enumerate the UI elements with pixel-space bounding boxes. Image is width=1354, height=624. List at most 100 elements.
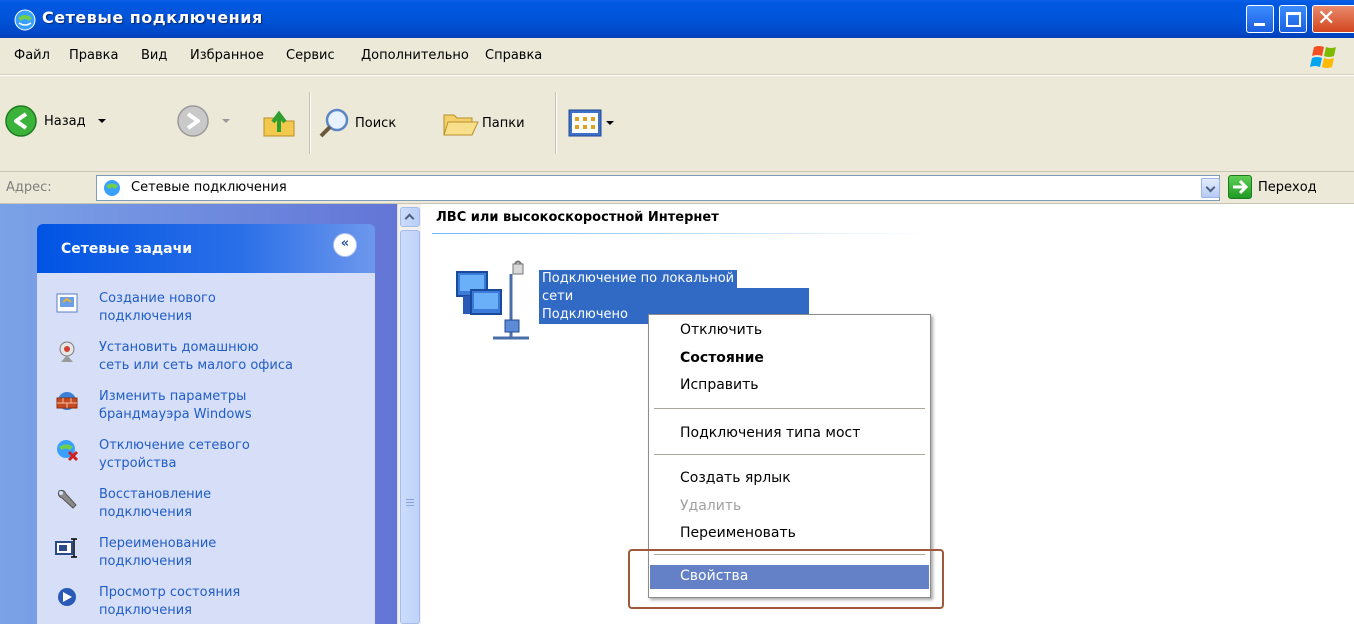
firewall-icon (56, 392, 78, 410)
views-button[interactable] (568, 109, 614, 137)
menu-item-label: Подключения типа мост (680, 425, 861, 441)
disable-device-icon (57, 440, 79, 462)
views-icon (568, 109, 602, 137)
menu-item-label: Исправить (680, 377, 759, 393)
menu-help[interactable]: Справка (485, 48, 542, 63)
address-dropdown-button[interactable] (1201, 178, 1220, 198)
menu-item-bridge[interactable]: Подключения типа мост (650, 422, 929, 446)
menu-item-rename[interactable]: Переименовать (650, 522, 929, 546)
toolbar: Назад Поиск Папки (0, 76, 1354, 172)
connection-name[interactable]: Подключение по локальной (539, 270, 738, 288)
task-label: подключения (99, 505, 192, 520)
menu-separator (654, 454, 925, 456)
repair-icon (57, 489, 77, 509)
menu-item-disconnect[interactable]: Отключить (650, 319, 929, 343)
forward-arrow-icon (177, 105, 209, 137)
menu-item-create-shortcut[interactable]: Создать ярлык (650, 467, 929, 491)
task-label: устройства (99, 456, 177, 471)
menu-edit[interactable]: Правка (69, 48, 118, 63)
forward-dropdown-icon (222, 119, 230, 123)
windows-logo-icon (1310, 46, 1336, 68)
minimize-icon (1254, 23, 1265, 26)
scroll-up-button[interactable] (400, 207, 420, 227)
scroll-grip (406, 499, 414, 500)
title-bar[interactable]: Сетевые подключения ✕ (0, 0, 1354, 38)
menu-item-repair[interactable]: Исправить (650, 374, 929, 398)
task-pane-scrollbar[interactable] (397, 204, 421, 624)
back-label: Назад (44, 113, 86, 129)
search-button[interactable]: Поиск (318, 107, 396, 139)
task-label: Создание нового (99, 291, 216, 306)
status-icon (58, 588, 76, 606)
collapse-chevron-icon[interactable]: « (333, 233, 357, 257)
scroll-grip (406, 505, 414, 506)
address-bar: Адрес: Сетевые подключения Переход (0, 172, 1354, 204)
close-button[interactable]: ✕ (1312, 5, 1354, 33)
up-folder-icon[interactable] (262, 108, 296, 138)
menu-item-delete: Удалить (650, 495, 929, 519)
group-header: ЛВС или высокоскоростной Интернет (436, 210, 719, 225)
network-tasks-title: Сетевые задачи (61, 241, 193, 257)
minimize-button[interactable] (1246, 5, 1274, 33)
back-dropdown-icon[interactable] (97, 119, 106, 123)
menu-advanced[interactable]: Дополнительно (361, 48, 469, 63)
folders-button[interactable]: Папки (442, 107, 525, 139)
menu-tools[interactable]: Сервис (286, 48, 335, 63)
menu-separator (654, 554, 925, 556)
task-label: Переименование (99, 536, 217, 551)
address-label: Адрес: (6, 180, 52, 195)
menu-item-label: Переименовать (680, 525, 796, 541)
folders-icon (443, 114, 479, 136)
menu-file[interactable]: Файл (14, 48, 50, 63)
task-label: брандмауэра Windows (99, 407, 252, 422)
task-label: подключения (99, 554, 192, 569)
search-label: Поиск (355, 115, 397, 131)
task-label: Просмотр состояния (99, 585, 241, 600)
lan-connection-icon[interactable] (449, 260, 539, 350)
home-network-icon (59, 341, 75, 362)
connection-name-line1: Подключение по локальной (542, 271, 735, 286)
go-button[interactable]: Переход (1228, 175, 1317, 199)
task-label: подключения (99, 309, 192, 324)
task-label: Изменить параметры (99, 389, 247, 404)
views-dropdown-icon[interactable] (606, 121, 614, 125)
toolbar-separator (555, 92, 556, 154)
menu-item-label: Отключить (680, 322, 763, 338)
address-input[interactable]: Сетевые подключения (96, 175, 1220, 201)
task-label: сеть или сеть малого офиса (99, 358, 293, 373)
back-button[interactable]: Назад (4, 104, 106, 138)
maximize-button[interactable] (1279, 5, 1307, 33)
menu-favorites[interactable]: Избранное (190, 48, 264, 63)
folders-label: Папки (482, 115, 525, 131)
task-label: Отключение сетевого (99, 438, 250, 453)
task-pane: Сетевые задачи « Создание нового подключ… (0, 204, 397, 624)
search-icon (319, 108, 349, 138)
menu-item-label: Состояние (680, 350, 764, 366)
window-title: Сетевые подключения (42, 8, 263, 27)
task-label: Установить домашнюю (99, 340, 259, 355)
menu-view[interactable]: Вид (141, 48, 167, 63)
menu-item-properties[interactable]: Свойства (650, 565, 929, 589)
group-header-divider (432, 233, 928, 234)
scroll-grip (406, 502, 414, 503)
maximize-icon (1286, 12, 1301, 27)
connection-status-text: Подключено (542, 307, 628, 322)
rename-icon (55, 538, 77, 558)
network-tasks-header[interactable]: Сетевые задачи « (37, 224, 375, 273)
chevron-down-icon (1205, 182, 1216, 193)
back-arrow-icon (5, 105, 37, 137)
go-label: Переход (1258, 179, 1317, 195)
task-label: подключения (99, 603, 192, 618)
menu-item-label: Удалить (680, 498, 742, 514)
task-label: Восстановление (99, 487, 212, 502)
network-connections-icon (14, 9, 36, 31)
menu-item-label: Создать ярлык (680, 470, 791, 486)
menu-separator (654, 408, 925, 410)
network-connections-icon (104, 180, 120, 196)
address-value: Сетевые подключения (131, 180, 287, 195)
scroll-thumb[interactable] (400, 230, 420, 624)
connection-name-line2[interactable]: сети (539, 288, 809, 306)
chevron-up-icon (404, 213, 415, 224)
menu-item-status[interactable]: Состояние (650, 347, 929, 371)
forward-button[interactable] (176, 104, 230, 138)
